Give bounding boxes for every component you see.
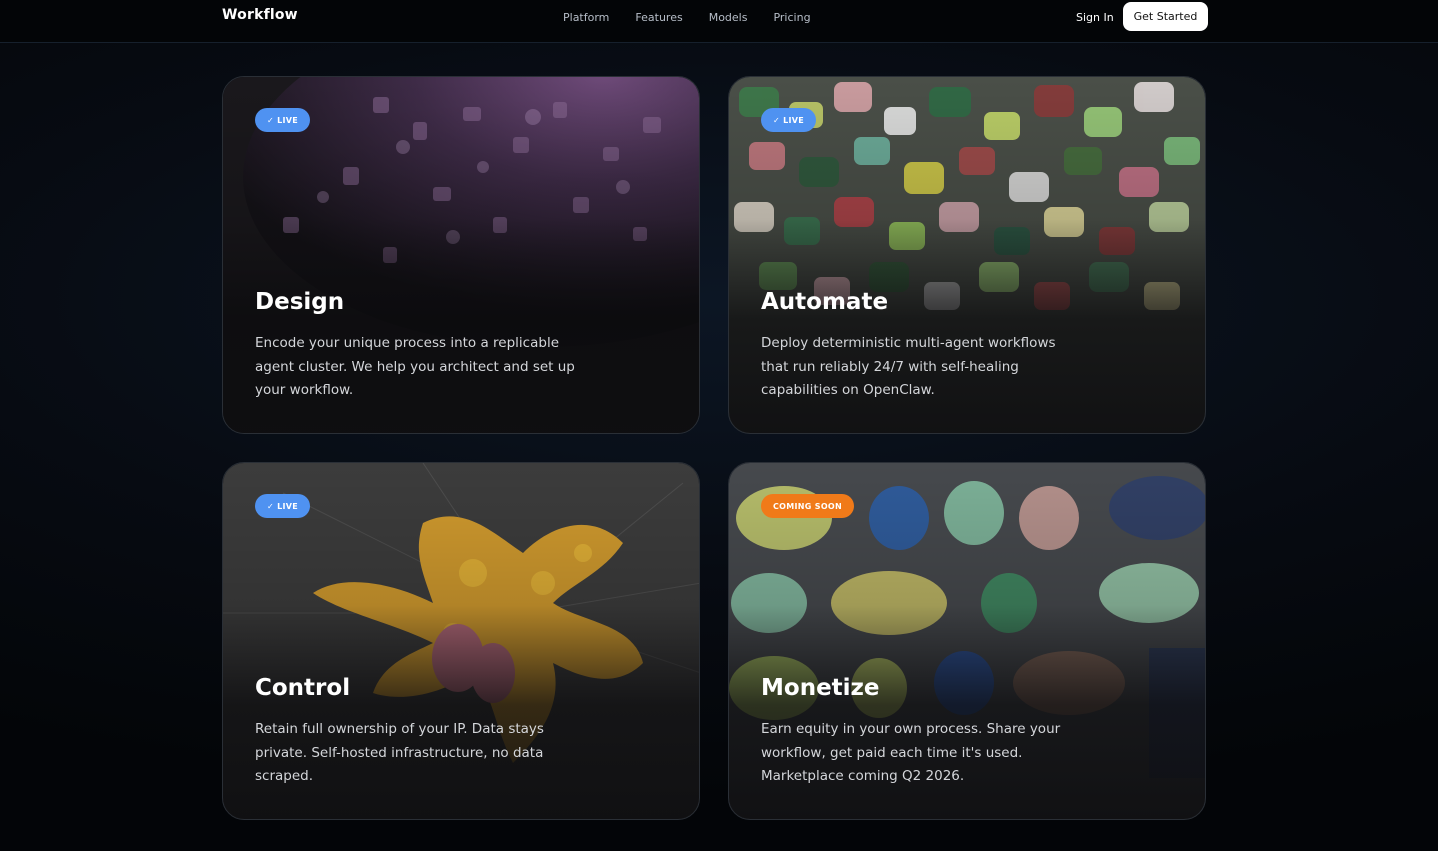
card-description: Deploy deterministic multi-agent workflo… (761, 335, 1056, 398)
nav-link-features[interactable]: Features (635, 11, 682, 24)
get-started-button[interactable]: Get Started (1123, 2, 1208, 31)
card-title: Automate (761, 289, 889, 315)
feature-card-design[interactable]: ✓ LIVE Design Encode your unique process… (222, 76, 700, 434)
feature-card-automate[interactable]: ✓ LIVE Automate Deploy deterministic mul… (728, 76, 1206, 434)
card-description: Earn equity in your own process. Share y… (761, 721, 1061, 784)
feature-card-control[interactable]: ✓ LIVE Control Retain full ownership of … (222, 462, 700, 820)
status-badge-live: ✓ LIVE (255, 494, 311, 518)
nav-link-models[interactable]: Models (709, 11, 748, 24)
sign-in-link[interactable]: Sign In (1076, 11, 1114, 24)
status-badge-live: ✓ LIVE (255, 108, 311, 132)
brand-logo-text[interactable]: Workflow (222, 7, 298, 23)
status-badge-coming-soon: COMING SOON (761, 494, 855, 518)
card-title: Control (255, 675, 351, 701)
card-description: Retain full ownership of your IP. Data s… (255, 721, 544, 784)
feature-card-monetize[interactable]: COMING SOON Monetize Earn equity in your… (728, 462, 1206, 820)
top-navigation-bar: Workflow Platform Features Models Pricin… (0, 0, 1438, 43)
nav-links: Platform Features Models Pricing (563, 11, 837, 24)
nav-link-platform[interactable]: Platform (563, 11, 609, 24)
card-title: Monetize (761, 675, 880, 701)
nav-link-pricing[interactable]: Pricing (773, 11, 810, 24)
status-badge-live: ✓ LIVE (761, 108, 817, 132)
card-title: Design (255, 289, 345, 315)
card-description: Encode your unique process into a replic… (255, 335, 575, 398)
